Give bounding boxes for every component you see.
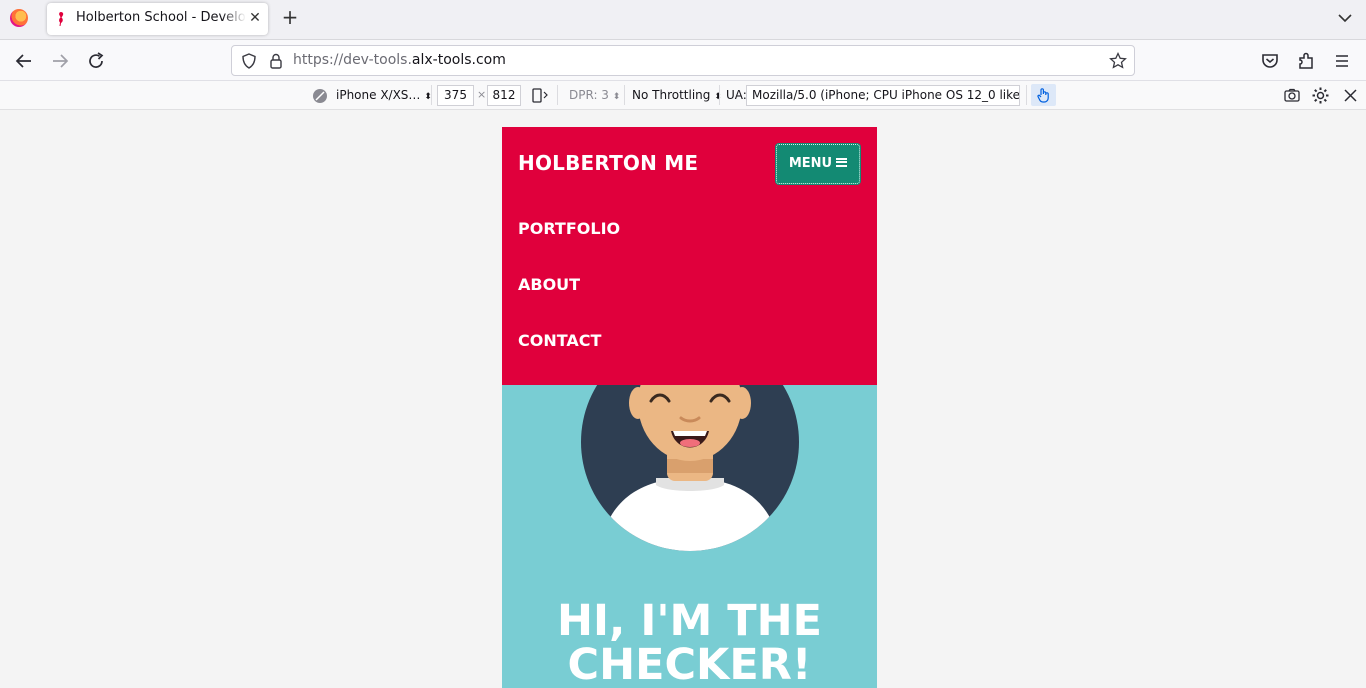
url-domain: alx-tools.com xyxy=(411,52,506,68)
user-agent-input[interactable]: Mozilla/5.0 (iPhone; CPU iPhone OS 12_0 … xyxy=(746,85,1020,106)
ua-label: UA: xyxy=(726,88,747,102)
nav-link-portfolio[interactable]: PORTFOLIO xyxy=(518,219,620,238)
back-arrow-icon[interactable] xyxy=(12,49,36,73)
bookmark-star-icon[interactable] xyxy=(1108,51,1128,71)
navigation-toolbar: https://dev-tools.alx-tools.com xyxy=(0,40,1366,81)
shield-icon[interactable] xyxy=(240,52,258,70)
dpr-selector[interactable]: DPR: 3 ⬍ xyxy=(569,81,620,109)
url-text[interactable]: https://dev-tools.alx-tools.com xyxy=(293,52,506,68)
touch-hand-icon xyxy=(1037,88,1049,103)
hero-line-2: CHECKER! xyxy=(567,640,812,688)
divider xyxy=(1026,85,1027,105)
divider xyxy=(624,85,625,105)
hero-line-1: HI, I'M THE xyxy=(557,596,822,646)
throttling-selector[interactable]: No Throttling ⬍ xyxy=(632,81,722,109)
forward-arrow-icon[interactable] xyxy=(48,49,72,73)
site-brand[interactable]: HOLBERTON ME xyxy=(518,151,698,175)
rotate-device-icon[interactable] xyxy=(531,87,549,104)
device-selector[interactable]: iPhone X/XS… ⬍ xyxy=(336,81,432,109)
menu-bars-icon xyxy=(836,157,848,167)
tab-active[interactable]: Holberton School - Developer Tools ✕ xyxy=(47,3,268,35)
url-bar[interactable]: https://dev-tools.alx-tools.com xyxy=(231,45,1135,76)
dimension-times: × xyxy=(477,88,487,101)
firefox-menu-icon[interactable] xyxy=(10,9,28,27)
menu-button-label: MENU xyxy=(788,156,833,171)
nav-link-contact[interactable]: CONTACT xyxy=(518,331,601,350)
viewport-width-input[interactable]: 375 xyxy=(437,85,474,106)
throttling-value: No Throttling xyxy=(632,88,711,102)
touch-simulation-button[interactable] xyxy=(1031,84,1056,106)
dpr-value: DPR: 3 xyxy=(569,88,609,102)
new-tab-button[interactable]: + xyxy=(279,7,301,29)
tab-close-icon[interactable]: ✕ xyxy=(246,9,264,27)
divider xyxy=(431,85,432,105)
extensions-icon[interactable] xyxy=(1294,49,1318,73)
lock-icon[interactable] xyxy=(267,52,285,70)
url-prefix: https://dev-tools. xyxy=(293,52,412,68)
settings-gear-icon[interactable] xyxy=(1311,86,1330,105)
tab-title: Holberton School - Developer Tools xyxy=(76,10,246,25)
pocket-icon[interactable] xyxy=(1258,49,1282,73)
chevron-down-icon[interactable] xyxy=(1335,8,1355,28)
tab-strip: Holberton School - Developer Tools ✕ + xyxy=(0,0,1366,40)
device-icon xyxy=(313,89,327,103)
hamburger-menu-icon[interactable] xyxy=(1330,49,1354,73)
viewport-height-input[interactable]: 812 xyxy=(487,85,521,106)
device-viewport: HOLBERTON ME MENU PORTFOLIO ABOUT CONTAC… xyxy=(502,127,877,688)
close-icon[interactable] xyxy=(1343,88,1358,103)
menu-button[interactable]: MENU xyxy=(775,143,861,185)
reload-icon[interactable] xyxy=(84,49,108,73)
holberton-favicon-icon xyxy=(59,12,64,26)
divider xyxy=(557,85,558,105)
responsive-design-toolbar: iPhone X/XS… ⬍ 375 × 812 DPR: 3 ⬍ No Thr… xyxy=(0,81,1366,110)
hero-heading: HI, I'M THE CHECKER! xyxy=(502,599,877,687)
site-header: HOLBERTON ME MENU PORTFOLIO ABOUT CONTAC… xyxy=(502,127,877,385)
device-name: iPhone X/XS… xyxy=(336,88,421,102)
nav-link-about[interactable]: ABOUT xyxy=(518,275,580,294)
screenshot-camera-icon[interactable] xyxy=(1283,87,1301,104)
divider xyxy=(719,85,720,105)
